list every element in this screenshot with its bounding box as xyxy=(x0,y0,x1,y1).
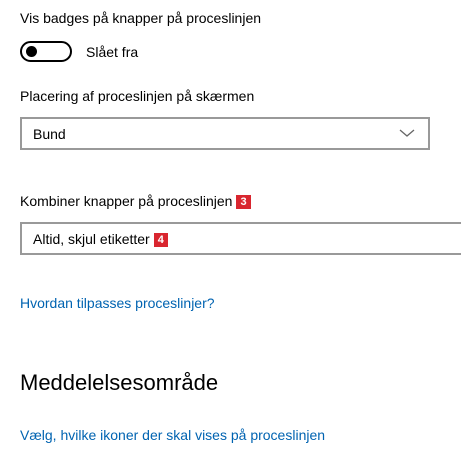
badges-setting-label: Vis badges på knapper på proceslinjen xyxy=(20,10,262,26)
combine-setting-label: Kombiner knapper på proceslinjen xyxy=(20,193,233,209)
badges-toggle[interactable] xyxy=(20,41,72,62)
combine-dropdown-value-row: Altid, skjul etiketter 4 xyxy=(33,230,168,248)
callout-badge-3: 3 xyxy=(236,195,251,209)
combine-dropdown[interactable]: Altid, skjul etiketter 4 xyxy=(20,222,461,255)
badges-toggle-state: Slået fra xyxy=(86,44,139,60)
location-dropdown[interactable]: Bund xyxy=(20,117,430,150)
select-taskbar-icons-link[interactable]: Vælg, hvilke ikoner der skal vises på pr… xyxy=(20,426,325,444)
combine-dropdown-value: Altid, skjul etiketter xyxy=(33,231,150,247)
toggle-knob xyxy=(26,46,37,57)
location-dropdown-value: Bund xyxy=(33,126,66,142)
callout-badge-4: 4 xyxy=(153,233,168,247)
notification-area-heading: Meddelelsesområde xyxy=(20,370,219,395)
location-setting-label: Placering af proceslinjen på skærmen xyxy=(20,88,255,104)
combine-setting-label-row: Kombiner knapper på proceslinjen 3 xyxy=(20,192,251,210)
taskbar-settings-page: Vis badges på knapper på proceslinjen Sl… xyxy=(0,0,461,455)
chevron-down-icon xyxy=(399,129,415,137)
customize-taskbar-help-link[interactable]: Hvordan tilpasses proceslinjer? xyxy=(20,294,215,312)
